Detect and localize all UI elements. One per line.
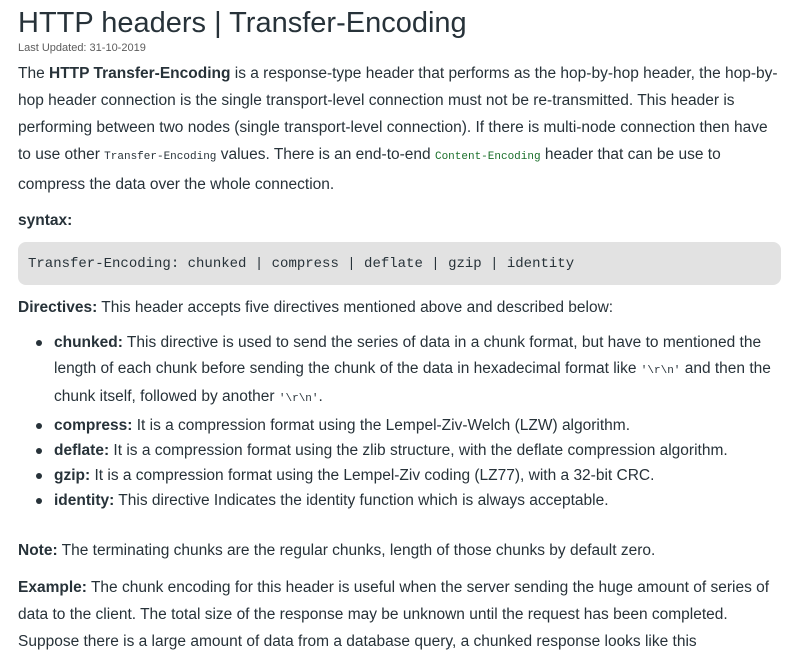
directive-term: chunked: bbox=[54, 334, 123, 351]
page-title: HTTP headers | Transfer-Encoding bbox=[18, 7, 467, 39]
list-item: chunked: This directive is used to send … bbox=[36, 330, 781, 413]
directive-desc: It is a compression format using the Lem… bbox=[90, 466, 655, 484]
directive-code-crlf: '\r\n' bbox=[278, 393, 319, 405]
directives-list: chunked: This directive is used to send … bbox=[18, 330, 781, 513]
directive-term: compress: bbox=[54, 416, 133, 434]
intro-bold-term: HTTP Transfer-Encoding bbox=[49, 65, 231, 82]
syntax-heading: syntax: bbox=[18, 212, 73, 229]
note-text: The terminating chunks are the regular c… bbox=[57, 541, 656, 559]
article-page: HTTP headers | Transfer-Encoding Last Up… bbox=[0, 0, 810, 665]
directives-label: Directives: bbox=[18, 299, 98, 316]
note-label: Note: bbox=[18, 541, 58, 559]
note-paragraph: Note: The terminating chunks are the reg… bbox=[18, 537, 781, 564]
list-item: compress: It is a compression format usi… bbox=[36, 413, 781, 438]
intro-lead: The bbox=[18, 65, 50, 82]
last-updated: Last Updated: 31-10-2019 bbox=[18, 42, 146, 54]
directive-term: gzip: bbox=[54, 466, 91, 484]
example-paragraph: Example: The chunk encoding for this hea… bbox=[18, 574, 781, 655]
syntax-code-block: Transfer-Encoding: chunked | compress | … bbox=[18, 242, 781, 285]
intro-paragraph: The HTTP Transfer-Encoding is a response… bbox=[18, 60, 781, 198]
syntax-code: Transfer-Encoding: chunked | compress | … bbox=[28, 255, 575, 272]
example-label: Example: bbox=[18, 578, 87, 596]
directive-term: deflate: bbox=[54, 441, 110, 459]
directives-paragraph: Directives: This header accepts five dir… bbox=[18, 294, 781, 321]
list-item: deflate: It is a compression format usin… bbox=[36, 438, 781, 463]
intro-code-content-encoding-link[interactable]: Content-Encoding bbox=[435, 151, 541, 163]
directive-desc: This directive Indicates the identity fu… bbox=[114, 491, 609, 509]
intro-text-2: values. There is an end-to-end bbox=[216, 146, 435, 163]
directive-desc: . bbox=[318, 388, 323, 405]
directives-text: This header accepts five directives ment… bbox=[97, 299, 614, 316]
example-text: The chunk encoding for this header is us… bbox=[18, 578, 770, 650]
directive-desc: It is a compression format using the Lem… bbox=[132, 416, 630, 434]
intro-code-transfer-encoding: Transfer-Encoding bbox=[104, 151, 217, 163]
directive-code-crlf: '\r\n' bbox=[640, 364, 681, 377]
list-item: identity: This directive Indicates the i… bbox=[36, 488, 781, 513]
directive-term: identity: bbox=[54, 491, 115, 509]
directive-desc: It is a compression format using the zli… bbox=[109, 441, 728, 459]
list-item: gzip: It is a compression format using t… bbox=[36, 463, 781, 488]
